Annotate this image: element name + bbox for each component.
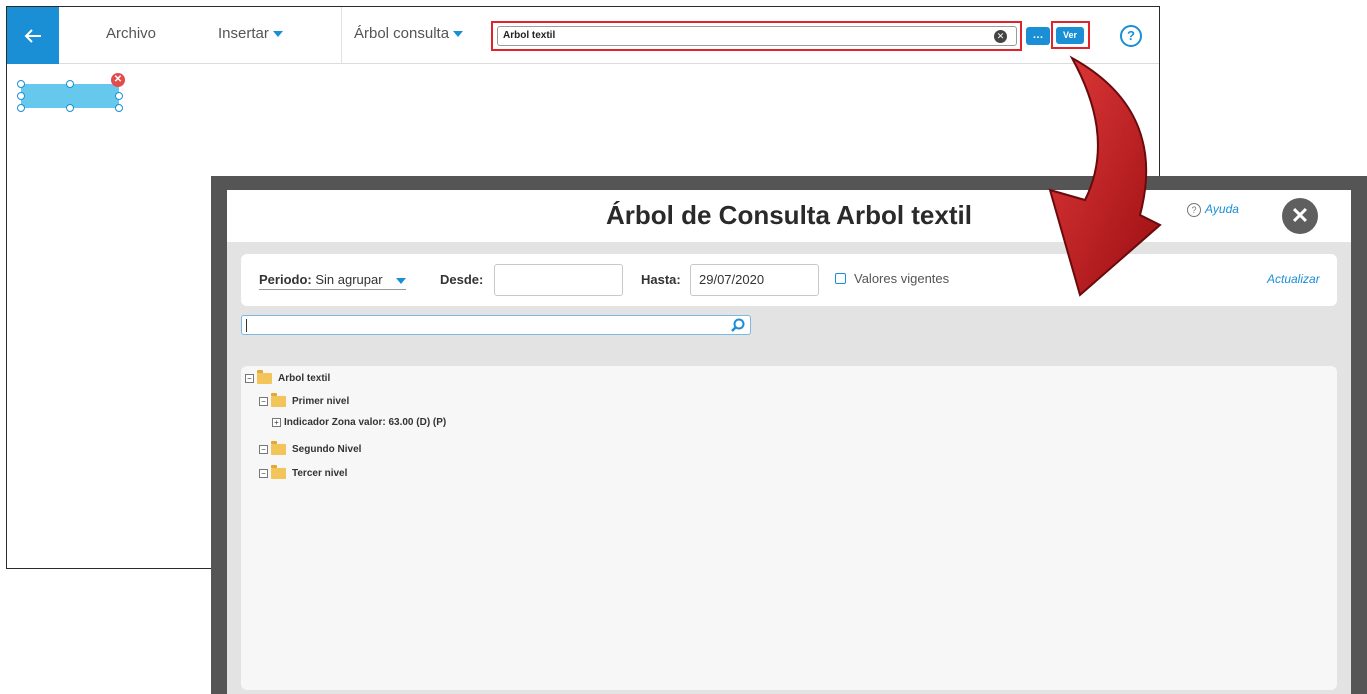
close-button[interactable]: ✕ — [1282, 198, 1318, 234]
expander-icon[interactable]: − — [259, 397, 268, 406]
folder-icon — [271, 393, 286, 407]
arbol-search-input[interactable]: Arbol textil — [497, 26, 1017, 46]
expander-icon[interactable]: + — [272, 418, 281, 427]
tree-node-primer-nivel[interactable]: − Primer nivel — [259, 393, 350, 407]
hasta-input[interactable]: 29/07/2020 — [690, 264, 819, 296]
text-cursor — [246, 319, 247, 332]
periodo-value: Sin agrupar — [315, 272, 383, 287]
tree-node-label: Segundo Nivel — [292, 444, 362, 455]
ayuda-link[interactable]: ? Ayuda — [1187, 202, 1239, 217]
resize-handle[interactable] — [17, 92, 25, 100]
ver-button[interactable]: Ver — [1056, 27, 1084, 44]
tree-panel: − Arbol textil − Primer nivel + Indicado… — [241, 366, 1337, 690]
tree-node-tercer-nivel[interactable]: − Tercer nivel — [259, 465, 348, 479]
periodo-label: Periodo: — [259, 272, 312, 287]
tree-search-input[interactable] — [241, 315, 751, 335]
caret-down-icon — [453, 31, 464, 38]
top-toolbar: Archivo Insertar Árbol consulta Arbol te… — [7, 7, 1159, 64]
resize-handle[interactable] — [115, 92, 123, 100]
curved-arrow-icon — [1048, 55, 1162, 297]
tree-node-label: Primer nivel — [292, 396, 350, 407]
tree-node-label: Indicador Zona valor: 63.00 (D) (P) — [284, 417, 447, 428]
back-button[interactable] — [7, 7, 59, 64]
resize-handle[interactable] — [115, 104, 123, 112]
expander-icon[interactable]: − — [259, 445, 268, 454]
delete-shape-icon[interactable]: ✕ — [111, 73, 125, 87]
valores-vigentes-checkbox[interactable] — [835, 273, 846, 284]
help-circle-icon[interactable]: ? — [1120, 25, 1142, 47]
back-arrow-icon — [24, 28, 41, 43]
menu-arbol-consulta[interactable]: Árbol consulta — [354, 25, 464, 42]
caret-down-icon — [396, 277, 407, 284]
search-icon[interactable] — [730, 317, 746, 333]
caret-down-icon — [272, 31, 283, 38]
folder-icon — [271, 465, 286, 479]
desde-label: Desde: — [440, 272, 484, 287]
resize-handle[interactable] — [66, 80, 74, 88]
folder-icon — [271, 441, 286, 455]
tree-node-segundo-nivel[interactable]: − Segundo Nivel — [259, 441, 362, 455]
resize-handle[interactable] — [66, 104, 74, 112]
hasta-label: Hasta: — [641, 272, 681, 287]
close-icon: ✕ — [1290, 203, 1310, 228]
clear-icon[interactable]: ✕ — [994, 30, 1007, 43]
menu-insertar[interactable]: Insertar — [218, 25, 283, 42]
menu-archivo-label: Archivo — [106, 25, 157, 42]
periodo-select[interactable]: Periodo: Sin agrupar — [259, 272, 407, 290]
resize-handle[interactable] — [17, 80, 25, 88]
resize-handle[interactable] — [17, 104, 25, 112]
folder-icon — [257, 370, 272, 384]
expander-icon[interactable]: − — [259, 469, 268, 478]
actualizar-link[interactable]: Actualizar — [1267, 272, 1320, 286]
tree-node-label: Arbol textil — [278, 373, 331, 384]
toolbar-divider — [341, 7, 342, 64]
ayuda-label: Ayuda — [1205, 202, 1239, 216]
menu-arbol-consulta-label: Árbol consulta — [354, 25, 450, 42]
valores-vigentes-label: Valores vigentes — [854, 271, 950, 286]
expander-icon[interactable]: − — [245, 374, 254, 383]
menu-insertar-label: Insertar — [218, 25, 269, 42]
tree-node-label: Tercer nivel — [292, 468, 348, 479]
tree-node-indicador-zona[interactable]: + Indicador Zona valor: 63.00 (D) (P) — [272, 417, 446, 428]
desde-input[interactable] — [494, 264, 623, 296]
more-options-button[interactable]: … — [1026, 27, 1050, 45]
menu-archivo[interactable]: Archivo — [106, 25, 156, 42]
tree-node-arbol-textil[interactable]: − Arbol textil — [245, 370, 331, 384]
